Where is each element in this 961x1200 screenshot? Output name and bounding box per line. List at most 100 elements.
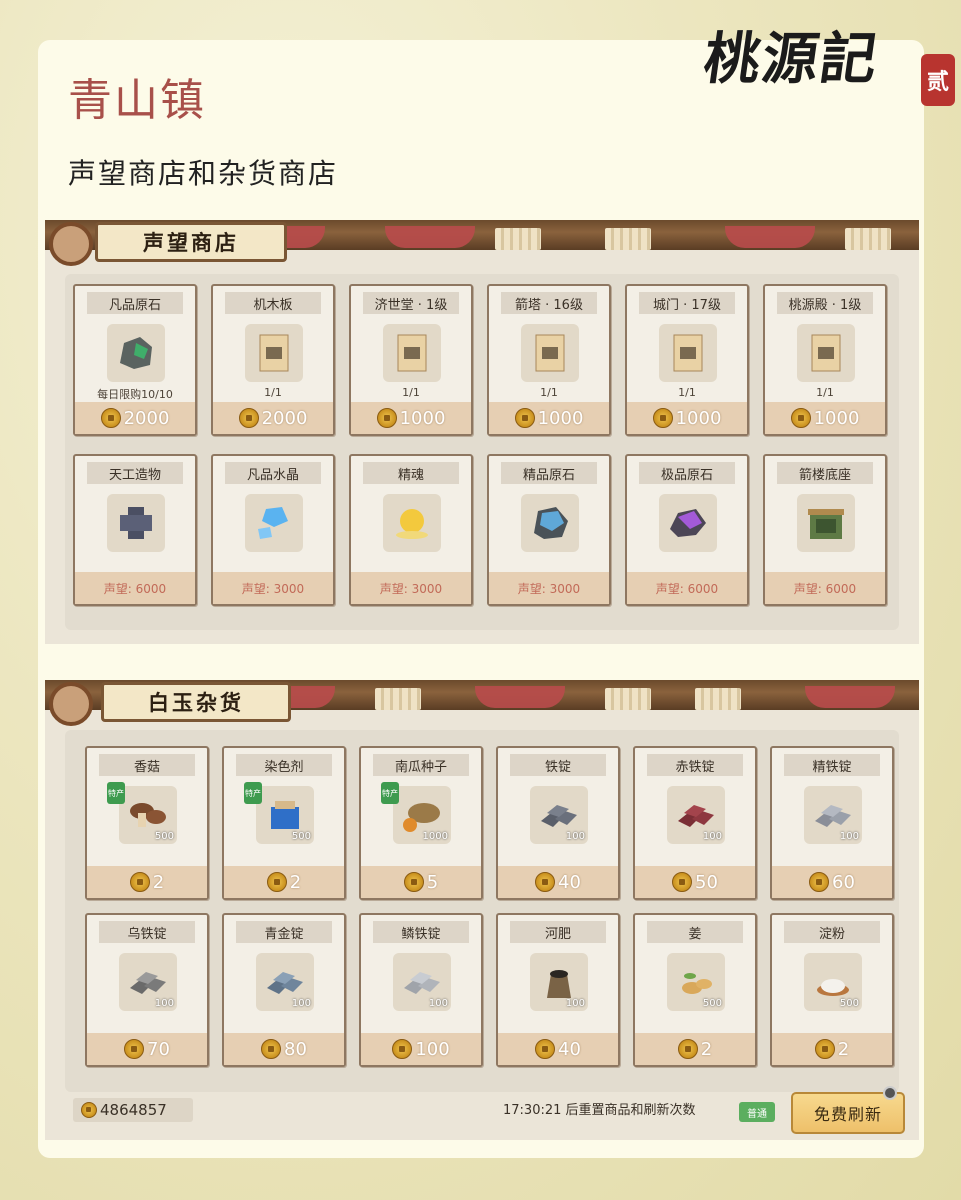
price-value: 5	[426, 871, 439, 893]
shop-item-card[interactable]: 凡品水晶 声望: 3000	[211, 454, 335, 606]
price-value: 1000	[399, 407, 446, 429]
cart-wheel-icon	[49, 682, 93, 726]
item-name: 凡品原石	[87, 292, 183, 314]
shop-item-card[interactable]: 极品原石 声望: 6000	[625, 454, 749, 606]
price-value: 1000	[675, 407, 722, 429]
shop-item-card[interactable]: 青金锭 100 80	[222, 913, 346, 1067]
price-value: 50	[695, 871, 718, 893]
shop-item-card[interactable]: 赤铁锭 100 50	[633, 746, 757, 900]
item-price: 1000	[489, 402, 609, 434]
specialty-tag: 特产	[244, 782, 262, 804]
item-quantity: 100	[428, 998, 448, 1009]
shop-item-card[interactable]: 香菇 500 特产 2	[85, 746, 209, 900]
purchase-limit: 1/1	[678, 386, 696, 399]
red-iron-ingot-icon: 100	[667, 786, 725, 844]
spirit-orb-icon	[383, 494, 441, 552]
item-name: 精铁锭	[784, 754, 880, 776]
shop-item-card[interactable]: 箭塔 · 16级 1/1 1000	[487, 284, 611, 436]
item-name: 精品原石	[501, 462, 597, 484]
blueprint-icon	[659, 324, 717, 382]
mushroom-icon: 500 特产	[107, 782, 177, 844]
coin-icon	[535, 1039, 556, 1059]
shop-item-card[interactable]: 鳞铁锭 100 100	[359, 913, 483, 1067]
rope-decoration	[845, 228, 891, 250]
price-value: 100	[415, 1038, 450, 1060]
crystal-icon	[245, 494, 303, 552]
item-price: 声望: 6000	[765, 572, 885, 604]
item-name: 淀粉	[784, 921, 880, 943]
price-value: 2	[837, 1038, 850, 1060]
price-value: 声望: 6000	[103, 581, 167, 596]
item-quantity: 100	[565, 831, 585, 842]
notification-dot-icon	[883, 1086, 897, 1100]
item-price: 70	[87, 1033, 207, 1065]
shop-item-card[interactable]: 精铁锭 100 60	[770, 746, 894, 900]
item-name: 济世堂 · 1级	[363, 292, 459, 314]
item-price: 1000	[627, 402, 747, 434]
rope-decoration	[495, 228, 541, 250]
shop-item-card[interactable]: 凡品原石 每日限购10/10 2000	[73, 284, 197, 436]
reputation-shop-panel: 声望商店 凡品原石 每日限购10/10 2000 机木板 1/1 2000 济世堂 · 1级…	[45, 220, 919, 644]
price-value: 40	[558, 1038, 581, 1060]
item-name: 精魂	[363, 462, 459, 484]
logo-seal: 贰	[921, 54, 955, 106]
specialty-tag: 特产	[107, 782, 125, 804]
blueprint-icon	[245, 324, 303, 382]
dye-icon: 500 特产	[244, 782, 314, 844]
shop-item-card[interactable]: 济世堂 · 1级 1/1 1000	[349, 284, 473, 436]
shop-item-card[interactable]: 桃源殿 · 1级 1/1 1000	[763, 284, 887, 436]
shop-item-card[interactable]: 淀粉 500 2	[770, 913, 894, 1067]
shop-item-card[interactable]: 河肥 100 40	[496, 913, 620, 1067]
coin-icon	[392, 1039, 413, 1059]
price-value: 2000	[261, 407, 308, 429]
shop-item-card[interactable]: 精品原石 声望: 3000	[487, 454, 611, 606]
coin-icon	[790, 408, 811, 428]
shop-item-card[interactable]: 铁锭 100 40	[496, 746, 620, 900]
shop-item-card[interactable]: 乌铁锭 100 70	[85, 913, 209, 1067]
item-name: 桃源殿 · 1级	[777, 292, 873, 314]
price-value: 60	[832, 871, 855, 893]
item-name: 赤铁锭	[647, 754, 743, 776]
free-refresh-label: 免费刷新	[813, 1105, 882, 1124]
item-name: 凡品水晶	[225, 462, 321, 484]
tower-base-icon	[797, 494, 855, 552]
item-price: 5	[361, 866, 481, 898]
page-subtitle: 声望商店和杂货商店	[68, 157, 339, 190]
shop-item-card[interactable]: 姜 500 2	[633, 913, 757, 1067]
free-refresh-button[interactable]: 免费刷新	[791, 1086, 905, 1134]
shop-item-card[interactable]: 南瓜种子 1000 特产 5	[359, 746, 483, 900]
page-title: 青山镇	[68, 75, 206, 126]
shop-item-card[interactable]: 染色剂 500 特产 2	[222, 746, 346, 900]
purchase-limit: 1/1	[540, 386, 558, 399]
shop-item-card[interactable]: 城门 · 17级 1/1 1000	[625, 284, 749, 436]
shop-item-card[interactable]: 机木板 1/1 2000	[211, 284, 335, 436]
item-price: 2	[87, 866, 207, 898]
item-price: 60	[772, 866, 892, 898]
shop-item-card[interactable]: 精魂声望: 3000	[349, 454, 473, 606]
game-logo: 桃源記 贰	[700, 10, 955, 106]
item-price: 40	[498, 866, 618, 898]
fine-stone-icon	[521, 494, 579, 552]
coin-icon	[814, 1039, 835, 1059]
item-quantity: 100	[154, 998, 174, 1009]
item-price: 2	[224, 866, 344, 898]
blueprint-icon	[797, 324, 855, 382]
item-name: 香菇	[99, 754, 195, 776]
coin-icon	[535, 872, 556, 892]
shop-item-card[interactable]: 箭楼底座 声望: 6000	[763, 454, 887, 606]
item-quantity: 500	[291, 831, 311, 842]
price-value: 2	[289, 871, 302, 893]
coin-icon	[514, 408, 535, 428]
item-name: 河肥	[510, 921, 606, 943]
item-price: 声望: 3000	[351, 572, 471, 604]
item-quantity: 500	[839, 998, 859, 1009]
grocery-shop-grid: 香菇 500 特产 2 染色剂 500 特产 2 南瓜种子 1000 特产 5 铁锭 100 40 赤铁锭 10…	[65, 730, 899, 1092]
ribbon-decoration	[805, 686, 895, 708]
price-value: 70	[147, 1038, 170, 1060]
currency-balance: 4864857	[73, 1098, 193, 1122]
shop-item-card[interactable]: 天工造物 声望: 6000	[73, 454, 197, 606]
specialty-tag: 特产	[381, 782, 399, 804]
item-quantity: 500	[154, 831, 174, 842]
item-name: 鳞铁锭	[373, 921, 469, 943]
item-name: 铁锭	[510, 754, 606, 776]
